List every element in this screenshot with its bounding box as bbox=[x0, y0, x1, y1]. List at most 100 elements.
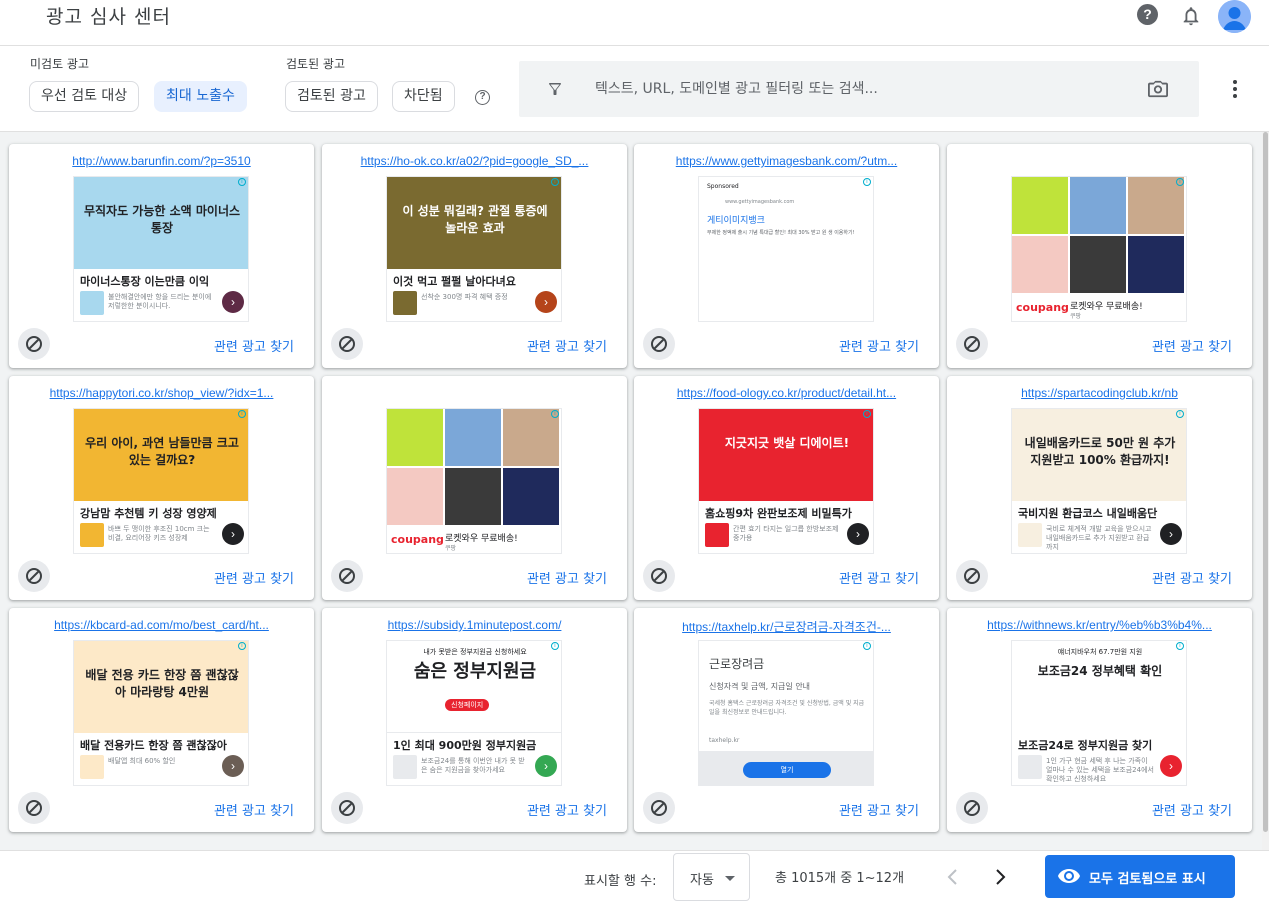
ad-title: 1인 최대 900만원 정부지원금 bbox=[393, 739, 537, 752]
account-avatar-icon[interactable] bbox=[1218, 0, 1251, 33]
chevron-right-icon[interactable]: › bbox=[1160, 523, 1182, 545]
coupang-logo: coupang bbox=[391, 533, 444, 546]
help-icon[interactable]: ? bbox=[1137, 4, 1158, 25]
ad-landing-url[interactable]: https://taxhelp.kr/근로장려금-자격조건-... bbox=[644, 618, 929, 635]
more-vert-icon[interactable] bbox=[1227, 79, 1243, 99]
chevron-right-icon[interactable]: › bbox=[1160, 755, 1182, 777]
ad-preview[interactable]: 근로장려금 신청자격 및 금액, 지급일 안내 국세청 홈택스 근로장려금 자격조건… bbox=[698, 640, 874, 786]
ad-landing-url[interactable]: https://www.gettyimagesbank.com/?utm... bbox=[644, 154, 929, 168]
adchoices-icon[interactable]: i bbox=[1176, 642, 1184, 650]
adchoices-icon[interactable]: i bbox=[551, 410, 559, 418]
ad-preview[interactable]: 이 성분 뭐길래? 관절 통증에 놀라운 효과 이것 먹고 펄펄 날아다녀요 선착순… bbox=[386, 176, 562, 322]
block-ad-button[interactable] bbox=[643, 328, 675, 360]
ad-preview[interactable]: coupang 로켓와우 무료배송! 쿠팡 i bbox=[1011, 176, 1187, 322]
adchoices-icon[interactable]: i bbox=[551, 642, 559, 650]
adchoices-icon[interactable]: i bbox=[238, 410, 246, 418]
block-ad-button[interactable] bbox=[956, 792, 988, 824]
product-thumb bbox=[445, 409, 501, 466]
block-ad-button[interactable] bbox=[18, 328, 50, 360]
ad-preview[interactable]: 내일배움카드로 50만 원 추가 지원받고 100% 환급까지! 국비지원 환급코… bbox=[1011, 408, 1187, 554]
ad-landing-url[interactable]: https://subsidy.1minutepost.com/ bbox=[332, 618, 617, 632]
ad-preview[interactable]: 배달 전용 카드 한장 쯤 괜찮잖아 마라랑탕 4만원 배달 전용카드 한장 쯤 … bbox=[73, 640, 249, 786]
mark-all-reviewed-button[interactable]: 모두 검토됨으로 표시 bbox=[1045, 855, 1235, 898]
find-related-ads-link[interactable]: 관련 광고 찾기 bbox=[839, 568, 919, 587]
product-image-grid bbox=[387, 409, 561, 527]
ad-headline: 무직자도 가능한 소액 마이너스통장 bbox=[83, 204, 241, 235]
chip-reviewed[interactable]: 검토된 광고 bbox=[285, 81, 378, 112]
filter-icon[interactable] bbox=[546, 80, 564, 98]
open-button[interactable]: 열기 bbox=[743, 762, 831, 778]
ad-landing-url[interactable]: https://spartacodingclub.kr/nb bbox=[957, 386, 1242, 400]
ad-subhead: 얘너지바우처 67.7만원 지원 bbox=[1057, 648, 1143, 656]
adchoices-icon[interactable]: i bbox=[551, 178, 559, 186]
ad-landing-url[interactable]: https://kbcard-ad.com/mo/best_card/ht... bbox=[19, 618, 304, 632]
find-related-ads-link[interactable]: 관련 광고 찾기 bbox=[1152, 800, 1232, 819]
block-ad-button[interactable] bbox=[18, 560, 50, 592]
chip-priority-review[interactable]: 우선 검토 대상 bbox=[29, 81, 140, 112]
camera-icon[interactable] bbox=[1147, 79, 1169, 99]
chevron-left-icon[interactable] bbox=[944, 867, 962, 887]
find-related-ads-link[interactable]: 관련 광고 찾기 bbox=[1152, 336, 1232, 355]
find-related-ads-link[interactable]: 관련 광고 찾기 bbox=[527, 336, 607, 355]
find-related-ads-link[interactable]: 관련 광고 찾기 bbox=[214, 568, 294, 587]
ad-preview[interactable]: 지긋지긋 뱃살 디에이트! 홈쇼핑9차 완판보조제 비밀특가 간편 효기 타지는 일… bbox=[698, 408, 874, 554]
adchoices-icon[interactable]: i bbox=[863, 642, 871, 650]
find-related-ads-link[interactable]: 관련 광고 찾기 bbox=[527, 568, 607, 587]
chevron-right-icon[interactable]: › bbox=[535, 755, 557, 777]
ad-landing-url[interactable]: https://ho-ok.co.kr/a02/?pid=google_SD_.… bbox=[332, 154, 617, 168]
chevron-right-icon[interactable]: › bbox=[222, 291, 244, 313]
find-related-ads-link[interactable]: 관련 광고 찾기 bbox=[1152, 568, 1232, 587]
rows-per-page-select[interactable]: 자동 bbox=[673, 853, 750, 901]
chevron-right-icon[interactable]: › bbox=[847, 523, 869, 545]
adchoices-icon[interactable]: i bbox=[1176, 410, 1184, 418]
ad-preview[interactable]: coupang 로켓와우 무료배송! 쿠팡 i bbox=[386, 408, 562, 554]
find-related-ads-link[interactable]: 관련 광고 찾기 bbox=[839, 800, 919, 819]
ad-card: https://subsidy.1minutepost.com/내가 못받은 정… bbox=[322, 608, 627, 832]
adchoices-icon[interactable]: i bbox=[863, 178, 871, 186]
ad-headline: 근로장려금 bbox=[709, 657, 765, 671]
filter-bar: 미검토 광고 우선 검토 대상 최대 노출수 검토된 광고 검토된 광고 차단됨… bbox=[0, 46, 1269, 132]
block-ad-button[interactable] bbox=[18, 792, 50, 824]
adchoices-icon[interactable]: i bbox=[238, 642, 246, 650]
ad-landing-url[interactable]: http://www.barunfin.com/?p=3510 bbox=[19, 154, 304, 168]
block-ad-button[interactable] bbox=[331, 560, 363, 592]
scroll-thumb[interactable] bbox=[1263, 132, 1268, 832]
block-ad-button[interactable] bbox=[956, 560, 988, 592]
adchoices-icon[interactable]: i bbox=[1176, 178, 1184, 186]
ad-preview[interactable]: 얘너지바우처 67.7만원 지원 보조금24 정부혜택 확인 보조금24로 정부지원… bbox=[1011, 640, 1187, 786]
ad-preview[interactable]: Sponsored www.gettyimagesbank.com 게티이미지뱅크 무… bbox=[698, 176, 874, 322]
chevron-down-icon bbox=[725, 876, 735, 881]
ad-thumbnail bbox=[80, 291, 104, 315]
chevron-right-icon[interactable]: › bbox=[222, 755, 244, 777]
chip-blocked[interactable]: 차단됨 bbox=[392, 81, 455, 112]
find-related-ads-link[interactable]: 관련 광고 찾기 bbox=[214, 800, 294, 819]
adchoices-icon[interactable]: i bbox=[863, 410, 871, 418]
find-related-ads-link[interactable]: 관련 광고 찾기 bbox=[527, 800, 607, 819]
block-ad-button[interactable] bbox=[643, 792, 675, 824]
find-related-ads-link[interactable]: 관련 광고 찾기 bbox=[839, 336, 919, 355]
block-ad-button[interactable] bbox=[956, 328, 988, 360]
chevron-right-icon[interactable] bbox=[991, 867, 1009, 887]
ad-preview[interactable]: 내가 못받은 정부지원금 신청하세요 숨은 정부지원금 신청페이지 1인 최대 900… bbox=[386, 640, 562, 786]
ad-landing-url[interactable]: https://food-ology.co.kr/product/detail.… bbox=[644, 386, 929, 400]
bell-icon[interactable] bbox=[1180, 4, 1202, 28]
scrollbar[interactable] bbox=[1262, 132, 1269, 850]
ad-description: 바쁘 두 맹이한 후조진 10cm 크는 비결, 요리어장 키즈 성장제 bbox=[108, 525, 210, 542]
chevron-right-icon[interactable]: › bbox=[535, 291, 557, 313]
block-ad-button[interactable] bbox=[331, 792, 363, 824]
chip-top-impressions[interactable]: 최대 노출수 bbox=[154, 81, 247, 112]
ad-preview[interactable]: 우리 아이, 과연 남들만큼 크고 있는 걸까요? 강남맘 추천템 키 성장 영양… bbox=[73, 408, 249, 554]
find-related-ads-link[interactable]: 관련 광고 찾기 bbox=[214, 336, 294, 355]
ad-card: https://withnews.kr/entry/%eb%b3%b4%... 얘… bbox=[947, 608, 1252, 832]
chevron-right-icon[interactable]: › bbox=[222, 523, 244, 545]
ad-landing-url[interactable]: https://happytori.co.kr/shop_view/?idx=1… bbox=[19, 386, 304, 400]
help-outline-icon[interactable]: ? bbox=[475, 90, 490, 105]
ad-landing-url[interactable]: https://withnews.kr/entry/%eb%b3%b4%... bbox=[957, 618, 1242, 632]
block-ad-button[interactable] bbox=[331, 328, 363, 360]
ad-headline: 배달 전용 카드 한장 쯤 괜찮잖아 마라랑탕 4만원 bbox=[85, 668, 239, 699]
adchoices-icon[interactable]: i bbox=[238, 178, 246, 186]
ad-preview[interactable]: 무직자도 가능한 소액 마이너스통장 마이너스통장 이는만큼 이익 불안해결안에만 … bbox=[73, 176, 249, 322]
block-icon bbox=[339, 568, 355, 584]
search-input[interactable] bbox=[595, 61, 1115, 117]
block-ad-button[interactable] bbox=[643, 560, 675, 592]
